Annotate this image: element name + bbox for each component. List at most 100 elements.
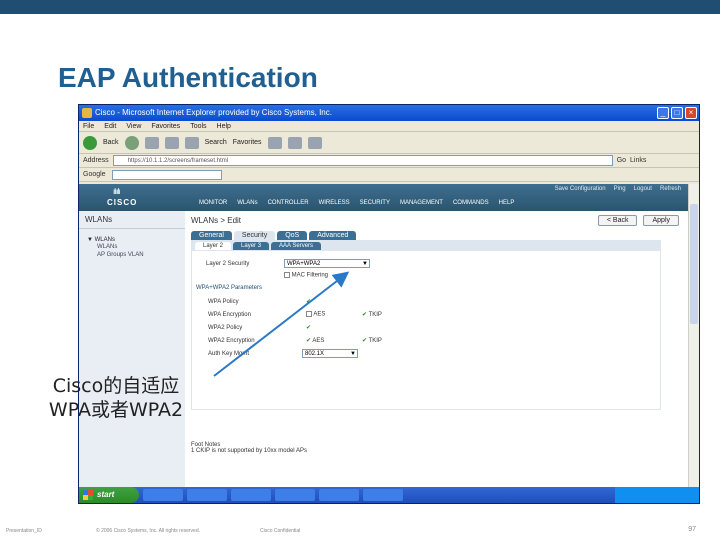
- maximize-button[interactable]: □: [671, 107, 683, 119]
- nav-help[interactable]: HELP: [499, 200, 515, 206]
- menu-tools[interactable]: Tools: [190, 121, 206, 131]
- left-nav: WLANs ▼ WLANs WLANs AP Groups VLAN: [79, 211, 185, 487]
- stop-icon[interactable]: [144, 136, 159, 149]
- wpa-tkip-label: TKIP: [368, 312, 382, 318]
- address-input[interactable]: https://10.1.1.2/screens/frameset.html: [112, 155, 613, 166]
- scrollbar-thumb[interactable]: [690, 204, 698, 324]
- left-nav-heading: WLANs: [79, 211, 185, 229]
- start-button[interactable]: start: [79, 487, 139, 503]
- footer-copyright: © 2006 Cisco Systems, Inc. All rights re…: [96, 528, 201, 534]
- menu-edit[interactable]: Edit: [104, 121, 116, 131]
- browser-toolbar: Back Search Favorites: [79, 132, 699, 154]
- callout-line-2: WPA或者WPA2: [48, 399, 184, 421]
- page-scrollbar[interactable]: [688, 184, 699, 487]
- left-nav-item-ap-groups[interactable]: AP Groups VLAN: [79, 251, 185, 259]
- wpa-tkip-row: ✔ TKIP: [362, 311, 382, 318]
- security-subtabs: Layer 2 Layer 3 AAA Servers: [191, 240, 661, 250]
- subtab-layer3[interactable]: Layer 3: [233, 242, 270, 250]
- cisco-header: ılıılı CISCO Save Configuration Ping Log…: [79, 184, 689, 211]
- tab-general[interactable]: General: [191, 231, 232, 240]
- wpa2-aes-row: ✔ AES: [306, 337, 324, 344]
- wpa-policy-checkbox[interactable]: ✔: [306, 298, 311, 305]
- back-button[interactable]: < Back: [597, 215, 638, 226]
- tab-advanced[interactable]: Advanced: [309, 231, 357, 240]
- menu-favorites[interactable]: Favorites: [151, 121, 180, 131]
- wpa2-tkip-label: TKIP: [368, 338, 382, 344]
- menu-view[interactable]: View: [126, 121, 141, 131]
- google-toolbar: Google: [79, 168, 699, 182]
- l2-security-select[interactable]: WPA+WPA2 ▼: [284, 259, 370, 268]
- nav-security[interactable]: SECURITY: [360, 200, 390, 206]
- apply-button[interactable]: Apply: [643, 215, 679, 226]
- wpa2-tkip-checkbox[interactable]: ✔: [362, 338, 367, 344]
- taskbar-item[interactable]: [143, 489, 183, 501]
- chevron-down-icon: ▼: [362, 261, 368, 267]
- wpa-tkip-checkbox[interactable]: ✔: [362, 312, 367, 318]
- windows-taskbar: start: [79, 487, 699, 503]
- subtab-layer2[interactable]: Layer 2: [195, 242, 232, 250]
- tab-security[interactable]: Security: [233, 231, 276, 240]
- auth-key-mgmt-select[interactable]: 802.1X ▼: [302, 349, 358, 358]
- favorites-label[interactable]: Favorites: [233, 136, 262, 150]
- menu-file[interactable]: File: [83, 121, 94, 131]
- taskbar-item[interactable]: [187, 489, 227, 501]
- callout-line-1: Cisco的自适应: [52, 375, 180, 397]
- taskbar-item[interactable]: [363, 489, 403, 501]
- cisco-bars-icon: ılıılı: [113, 187, 121, 196]
- mac-filtering-checkbox[interactable]: [284, 272, 290, 278]
- refresh-icon[interactable]: [164, 136, 179, 149]
- params-heading: WPA+WPA2 Parameters: [196, 285, 262, 291]
- left-nav-item-wlans[interactable]: WLANs: [79, 243, 185, 251]
- wpa-aes-checkbox[interactable]: [306, 311, 312, 317]
- nav-wireless[interactable]: WIRELESS: [319, 200, 350, 206]
- wpa-aes-label: AES: [313, 311, 326, 318]
- header-links: Save Configuration Ping Logout Refresh: [555, 186, 681, 192]
- l2-security-label: Layer 2 Security: [206, 261, 250, 267]
- browser-title-bar: Cisco - Microsoft Internet Explorer prov…: [79, 105, 699, 121]
- taskbar-item[interactable]: [275, 489, 315, 501]
- taskbar-item[interactable]: [319, 489, 359, 501]
- wpa2-policy-label: WPA2 Policy: [208, 325, 243, 331]
- logout-link[interactable]: Logout: [634, 186, 652, 192]
- google-search-input[interactable]: [111, 169, 222, 180]
- tab-qos[interactable]: QoS: [277, 231, 308, 240]
- start-label: start: [97, 490, 115, 499]
- ping-link[interactable]: Ping: [614, 186, 626, 192]
- go-button[interactable]: Go: [617, 157, 626, 164]
- browser-window: Cisco - Microsoft Internet Explorer prov…: [78, 104, 700, 504]
- nav-commands[interactable]: COMMANDS: [453, 200, 489, 206]
- address-label: Address: [83, 157, 109, 164]
- taskbar-item[interactable]: [231, 489, 271, 501]
- ie-icon: [82, 108, 92, 118]
- nav-controller[interactable]: CONTROLLER: [268, 200, 309, 206]
- wpa2-aes-checkbox[interactable]: ✔: [306, 338, 311, 344]
- footer-confidential: Cisco Confidential: [260, 528, 301, 534]
- search-label[interactable]: Search: [205, 136, 227, 150]
- save-config-link[interactable]: Save Configuration: [555, 186, 606, 192]
- minimize-button[interactable]: _: [657, 107, 669, 119]
- wpa-policy-label: WPA Policy: [208, 299, 239, 305]
- system-tray[interactable]: [615, 487, 699, 503]
- forward-icon[interactable]: [124, 135, 139, 150]
- wpa-encryption-label: WPA Encryption: [208, 312, 251, 318]
- nav-wlans[interactable]: WLANs: [237, 200, 257, 206]
- print-icon[interactable]: [307, 136, 322, 149]
- chevron-down-icon: ▼: [350, 351, 356, 357]
- back-icon[interactable]: [83, 135, 97, 150]
- subtab-aaa-servers[interactable]: AAA Servers: [271, 242, 322, 250]
- media-icon[interactable]: [267, 136, 282, 149]
- l2-security-value: WPA+WPA2: [287, 261, 321, 267]
- back-label[interactable]: Back: [103, 136, 119, 150]
- wpa2-policy-checkbox[interactable]: ✔: [306, 324, 311, 331]
- refresh-link[interactable]: Refresh: [660, 186, 681, 192]
- home-icon[interactable]: [184, 136, 199, 149]
- slide-title: EAP Authentication: [58, 62, 318, 93]
- menu-help[interactable]: Help: [217, 121, 231, 131]
- links-label[interactable]: Links: [630, 157, 646, 164]
- address-bar: Address https://10.1.1.2/screens/framese…: [79, 154, 699, 168]
- mail-icon[interactable]: [287, 136, 302, 149]
- close-button[interactable]: ×: [685, 107, 697, 119]
- nav-management[interactable]: MANAGEMENT: [400, 200, 443, 206]
- nav-monitor[interactable]: MONITOR: [199, 200, 227, 206]
- wlan-tabs: General Security QoS Advanced: [191, 231, 683, 240]
